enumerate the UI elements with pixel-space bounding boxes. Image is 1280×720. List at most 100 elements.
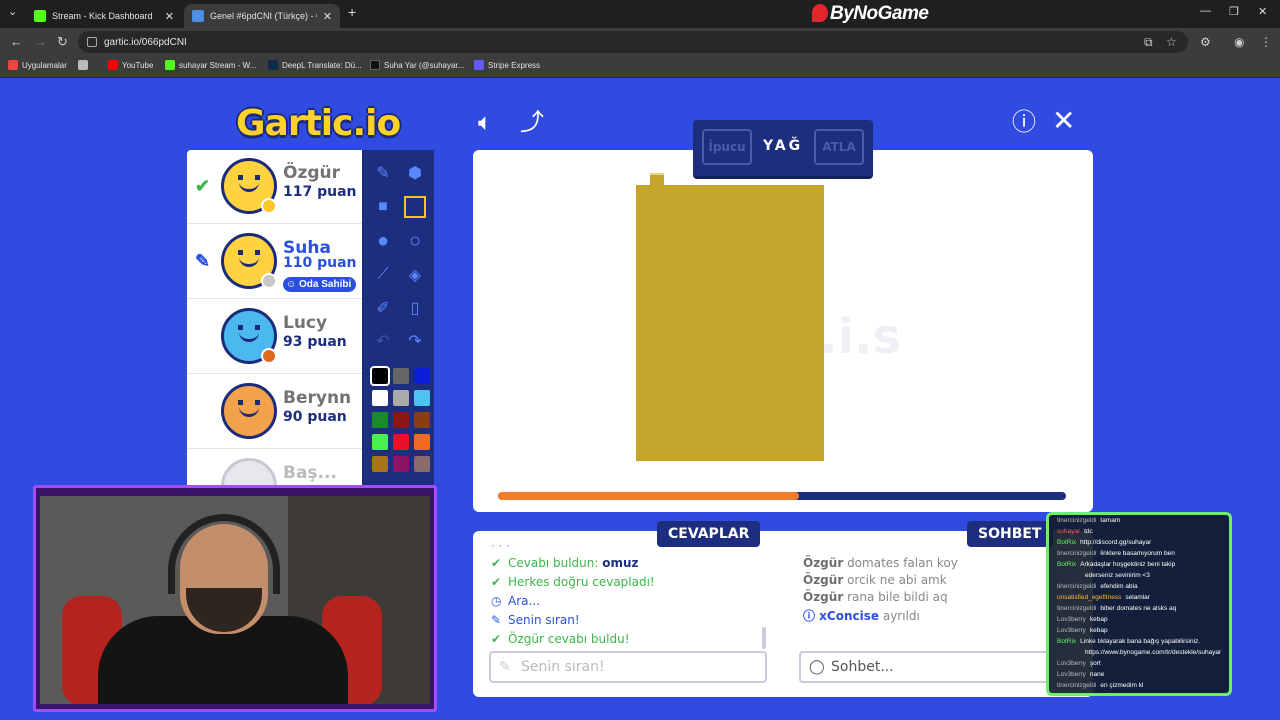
answer-input[interactable]: ✎ Senin sıran! — [489, 651, 767, 683]
restore-icon[interactable]: ❐ — [1229, 5, 1239, 18]
stream-chat-user: Lov3berry — [1057, 660, 1086, 667]
webcam-overlay — [33, 485, 437, 712]
chat-text: ayrıldı — [879, 609, 920, 623]
color-swatch[interactable] — [393, 390, 409, 406]
color-swatch[interactable] — [414, 390, 430, 406]
stream-chat-line: tinercinizgeldi efendim abla — [1057, 583, 1138, 590]
stream-chat-text: en çizmedim kl — [1100, 682, 1144, 689]
bookmark-label: Suha Yar (@suhayar... — [384, 60, 465, 70]
stream-chat-user: BotRix — [1057, 539, 1077, 546]
share-icon[interactable]: ⤴ — [520, 111, 544, 135]
player-row[interactable]: ✔ Özgür 117 puan — [187, 150, 362, 224]
stream-chat-user: tinercinizgeldi — [1057, 517, 1097, 524]
brand-text: ByNoGame — [830, 3, 929, 24]
profile-icon[interactable]: ◉ — [1234, 35, 1244, 49]
drawing-bottle-shape — [636, 185, 824, 461]
close-tab-icon[interactable]: ✕ — [323, 10, 332, 23]
filled-circle-icon[interactable]: ● — [368, 226, 398, 256]
bookmark-youtube[interactable]: YouTube — [108, 60, 153, 70]
forward-icon[interactable]: → — [34, 34, 47, 49]
player-row[interactable]: Baş... — [187, 450, 362, 490]
player-row[interactable]: Berynn 90 puan — [187, 375, 362, 449]
close-tab-icon[interactable]: ✕ — [165, 10, 174, 23]
minimize-icon[interactable]: — — [1200, 5, 1211, 17]
new-page-icon[interactable]: ▯ — [400, 293, 430, 323]
bookmark-kick[interactable]: suhayar Stream - W... — [165, 60, 256, 70]
color-swatch[interactable] — [414, 456, 430, 472]
eyedropper-icon[interactable]: ✐ — [368, 293, 398, 323]
timer-fill — [498, 492, 800, 500]
url-bar[interactable]: gartic.io/066pdCNI — [78, 31, 1188, 53]
bookmark-stripe[interactable]: Stripe Express — [474, 60, 540, 70]
stream-chat-user: tinercinizgeldi — [1057, 550, 1097, 557]
new-tab-button[interactable]: + — [348, 4, 356, 20]
color-swatch[interactable] — [393, 412, 409, 428]
chat-input[interactable]: ◯ Sohbet... — [799, 651, 1049, 683]
pencil-icon[interactable]: ✎ — [368, 158, 398, 188]
color-swatch[interactable] — [414, 368, 430, 384]
color-swatch[interactable] — [393, 368, 409, 384]
color-swatch[interactable] — [372, 390, 388, 406]
menu-icon[interactable]: ⋮ — [1260, 35, 1272, 49]
color-swatch[interactable] — [393, 456, 409, 472]
rect-outline-icon[interactable] — [404, 196, 426, 218]
skip-button[interactable]: ATLA — [814, 129, 864, 165]
color-swatch[interactable] — [372, 434, 388, 450]
color-swatch[interactable] — [372, 456, 388, 472]
tab-kick-dashboard[interactable]: Stream - Kick Dashboard ✕ — [26, 4, 182, 28]
bookmark-star-icon[interactable]: ☆ — [1166, 35, 1177, 49]
close-window-icon[interactable]: ✕ — [1258, 5, 1267, 18]
color-swatch[interactable] — [370, 366, 390, 386]
info-icon[interactable]: ⓘ — [1012, 111, 1036, 135]
player-row[interactable]: ✎ Suha 110 puan ☺ Oda Sahibi — [187, 225, 362, 299]
undo-icon[interactable]: ↶ — [368, 326, 398, 356]
fill-bucket-icon[interactable]: ◈ — [400, 260, 430, 290]
bookmark-tiktok[interactable]: Suha Yar (@suhayar... — [370, 60, 464, 70]
color-swatch[interactable] — [372, 412, 388, 428]
stream-chat-text: şort — [1089, 660, 1101, 667]
chat-line: ⓘ xConcise ayrıldı — [803, 607, 920, 624]
tab-title: Genel #6pdCNI (Türkçe) - Gartic.io — [210, 11, 317, 21]
stream-chat-line: https://www.bynogame.com/tr/destekle/suh… — [1085, 649, 1221, 656]
tab-gartic[interactable]: Genel #6pdCNI (Türkçe) - Gartic.io ✕ — [184, 4, 340, 28]
player-name: Özgür — [283, 163, 341, 183]
circle-outline-icon[interactable]: ○ — [400, 226, 430, 256]
answers-chat-panel: · · · ✔ Cevabı buldun: omuz ✔ Herkes doğru… — [473, 531, 1093, 697]
hint-button[interactable]: İpucu — [702, 129, 752, 165]
exit-icon[interactable]: ✕ — [1052, 107, 1075, 135]
stream-chat-user: unsatisfied_egefitness — [1057, 594, 1122, 601]
stream-chat-text: kebap — [1089, 616, 1108, 623]
filled-rect-icon[interactable]: ■ — [368, 192, 398, 222]
drawing-toolbar: ✎ ⬢ ■ ● ○ ⟋ ◈ ✐ ▯ ↶ ↷ — [362, 150, 434, 490]
stream-chat-line: Lov3berry nane — [1057, 671, 1104, 678]
stream-chat-text: Arkadaşlar hoşgeldiniz beni takip — [1080, 561, 1176, 568]
stream-chat-line: BotRix http://discord.gg/suhayar — [1057, 539, 1151, 546]
color-swatch[interactable] — [414, 412, 430, 428]
cast-icon[interactable]: ⧉ — [1144, 35, 1153, 50]
extensions-icon[interactable]: ⚙ — [1200, 35, 1211, 49]
bookmark-grid[interactable] — [78, 60, 92, 70]
bookmark-deepl[interactable]: DeepL Translate: Dü... — [268, 60, 362, 70]
chat-label: SOHBET — [967, 521, 1053, 547]
chat-user: Özgür — [803, 590, 844, 604]
player-row[interactable]: Lucy 93 puan — [187, 300, 362, 374]
redo-icon[interactable]: ↷ — [400, 326, 430, 356]
line-icon[interactable]: ⟋ — [368, 260, 398, 290]
bookmark-label: Uygulamalar — [22, 60, 67, 70]
site-info-icon[interactable] — [87, 37, 97, 47]
chat-user: ⓘ xConcise — [803, 609, 880, 623]
stream-chat-text: kebap — [1089, 627, 1108, 634]
answers-scrollbar[interactable] — [762, 627, 766, 649]
eraser-icon[interactable]: ⬢ — [400, 158, 430, 188]
back-icon[interactable]: ← — [10, 34, 23, 49]
tab-search-icon[interactable]: ⌄ — [8, 5, 17, 18]
bookmark-apps[interactable]: Uygulamalar — [8, 60, 67, 70]
reload-icon[interactable]: ↻ — [57, 34, 68, 50]
color-swatch[interactable] — [414, 434, 430, 450]
stream-chat-user: BotRix — [1057, 638, 1077, 645]
stream-chat-text: ederseniz sevinirim <3 — [1085, 572, 1150, 579]
sound-icon[interactable]: 🔈︎ — [478, 111, 492, 135]
bookmark-label: Stripe Express — [488, 60, 541, 70]
color-swatch[interactable] — [393, 434, 409, 450]
stream-chat-user: suhayar — [1057, 528, 1081, 535]
